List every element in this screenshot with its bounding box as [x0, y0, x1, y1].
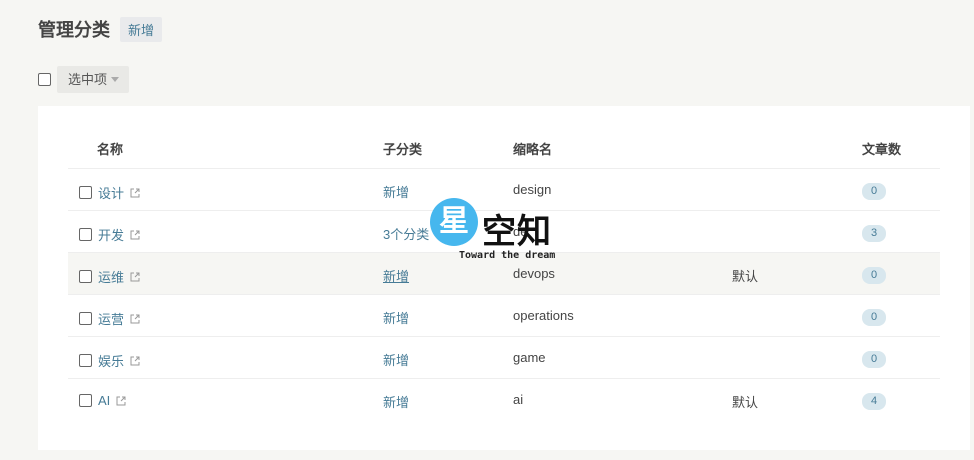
external-link-icon[interactable] [130, 356, 140, 366]
page-title: 管理分类 [38, 20, 110, 40]
column-name: 名称 [97, 142, 124, 157]
post-count-badge[interactable]: 3 [862, 225, 886, 242]
category-name-link[interactable]: 开发 [98, 225, 124, 244]
row-checkbox[interactable] [79, 312, 92, 325]
category-name-link[interactable]: 设计 [98, 183, 124, 202]
post-count-badge[interactable]: 0 [862, 183, 886, 200]
selected-items-label: 选中项 [68, 72, 108, 87]
row-checkbox[interactable] [79, 394, 92, 407]
selected-items-dropdown[interactable]: 选中项 [57, 66, 130, 93]
subcategory-link[interactable]: 新增 [383, 182, 409, 201]
subcategory-link[interactable]: 新增 [383, 392, 409, 411]
table-row: AI 新增 ai 默认 4 [68, 379, 940, 421]
category-name-link[interactable]: 娱乐 [98, 351, 124, 370]
category-slug: operations [513, 308, 574, 323]
post-count-badge[interactable]: 0 [862, 309, 886, 326]
category-slug: ai [513, 392, 524, 407]
table-row: 娱乐 新增 game 0 [68, 337, 940, 379]
category-name-link[interactable]: AI [98, 393, 110, 408]
subcategory-link[interactable]: 新增 [383, 350, 409, 369]
row-checkbox[interactable] [79, 186, 92, 199]
row-checkbox[interactable] [79, 270, 92, 283]
column-post-count: 文章数 [862, 142, 902, 157]
table-row: 开发 3个分类 de 3 [68, 211, 940, 253]
external-link-icon[interactable] [130, 314, 140, 324]
table-row: 运营 新增 operations 0 [68, 295, 940, 337]
category-slug: de [513, 224, 528, 239]
post-count-badge[interactable]: 0 [862, 351, 886, 368]
subcategory-link[interactable]: 新增 [383, 308, 409, 327]
page-header: 管理分类 新增 [38, 16, 163, 42]
table-header: 名称 子分类 缩略名 文章数 [68, 126, 940, 169]
category-table: 名称 子分类 缩略名 文章数 设计 新增 design 0 开发 3个分类 de [68, 126, 940, 421]
external-link-icon[interactable] [130, 188, 140, 198]
category-panel: 名称 子分类 缩略名 文章数 设计 新增 design 0 开发 3个分类 de [38, 106, 970, 450]
post-count-badge[interactable]: 4 [862, 393, 886, 410]
category-slug: design [513, 182, 552, 197]
category-name-link[interactable]: 运维 [98, 267, 124, 286]
external-link-icon[interactable] [116, 396, 126, 406]
category-slug: devops [513, 266, 555, 281]
category-name-link[interactable]: 运营 [98, 309, 124, 328]
external-link-icon[interactable] [130, 230, 140, 240]
column-subcategory: 子分类 [383, 142, 423, 157]
post-count-badge[interactable]: 0 [862, 267, 886, 284]
default-label: 默认 [732, 269, 759, 284]
subcategory-link[interactable]: 3个分类 [383, 224, 429, 243]
table-row: 设计 新增 design 0 [68, 169, 940, 211]
subcategory-link[interactable]: 新增 [383, 266, 409, 285]
default-label: 默认 [732, 395, 759, 410]
row-checkbox[interactable] [79, 228, 92, 241]
row-checkbox[interactable] [79, 354, 92, 367]
external-link-icon[interactable] [130, 272, 140, 282]
add-category-button[interactable]: 新增 [120, 16, 163, 42]
table-row: 运维 新增 devops 默认 0 [68, 253, 940, 295]
column-slug: 缩略名 [513, 142, 553, 157]
caret-down-icon [111, 77, 120, 82]
toolbar: 选中项 [38, 66, 130, 93]
category-slug: game [513, 350, 546, 365]
select-all-checkbox[interactable] [38, 73, 51, 86]
